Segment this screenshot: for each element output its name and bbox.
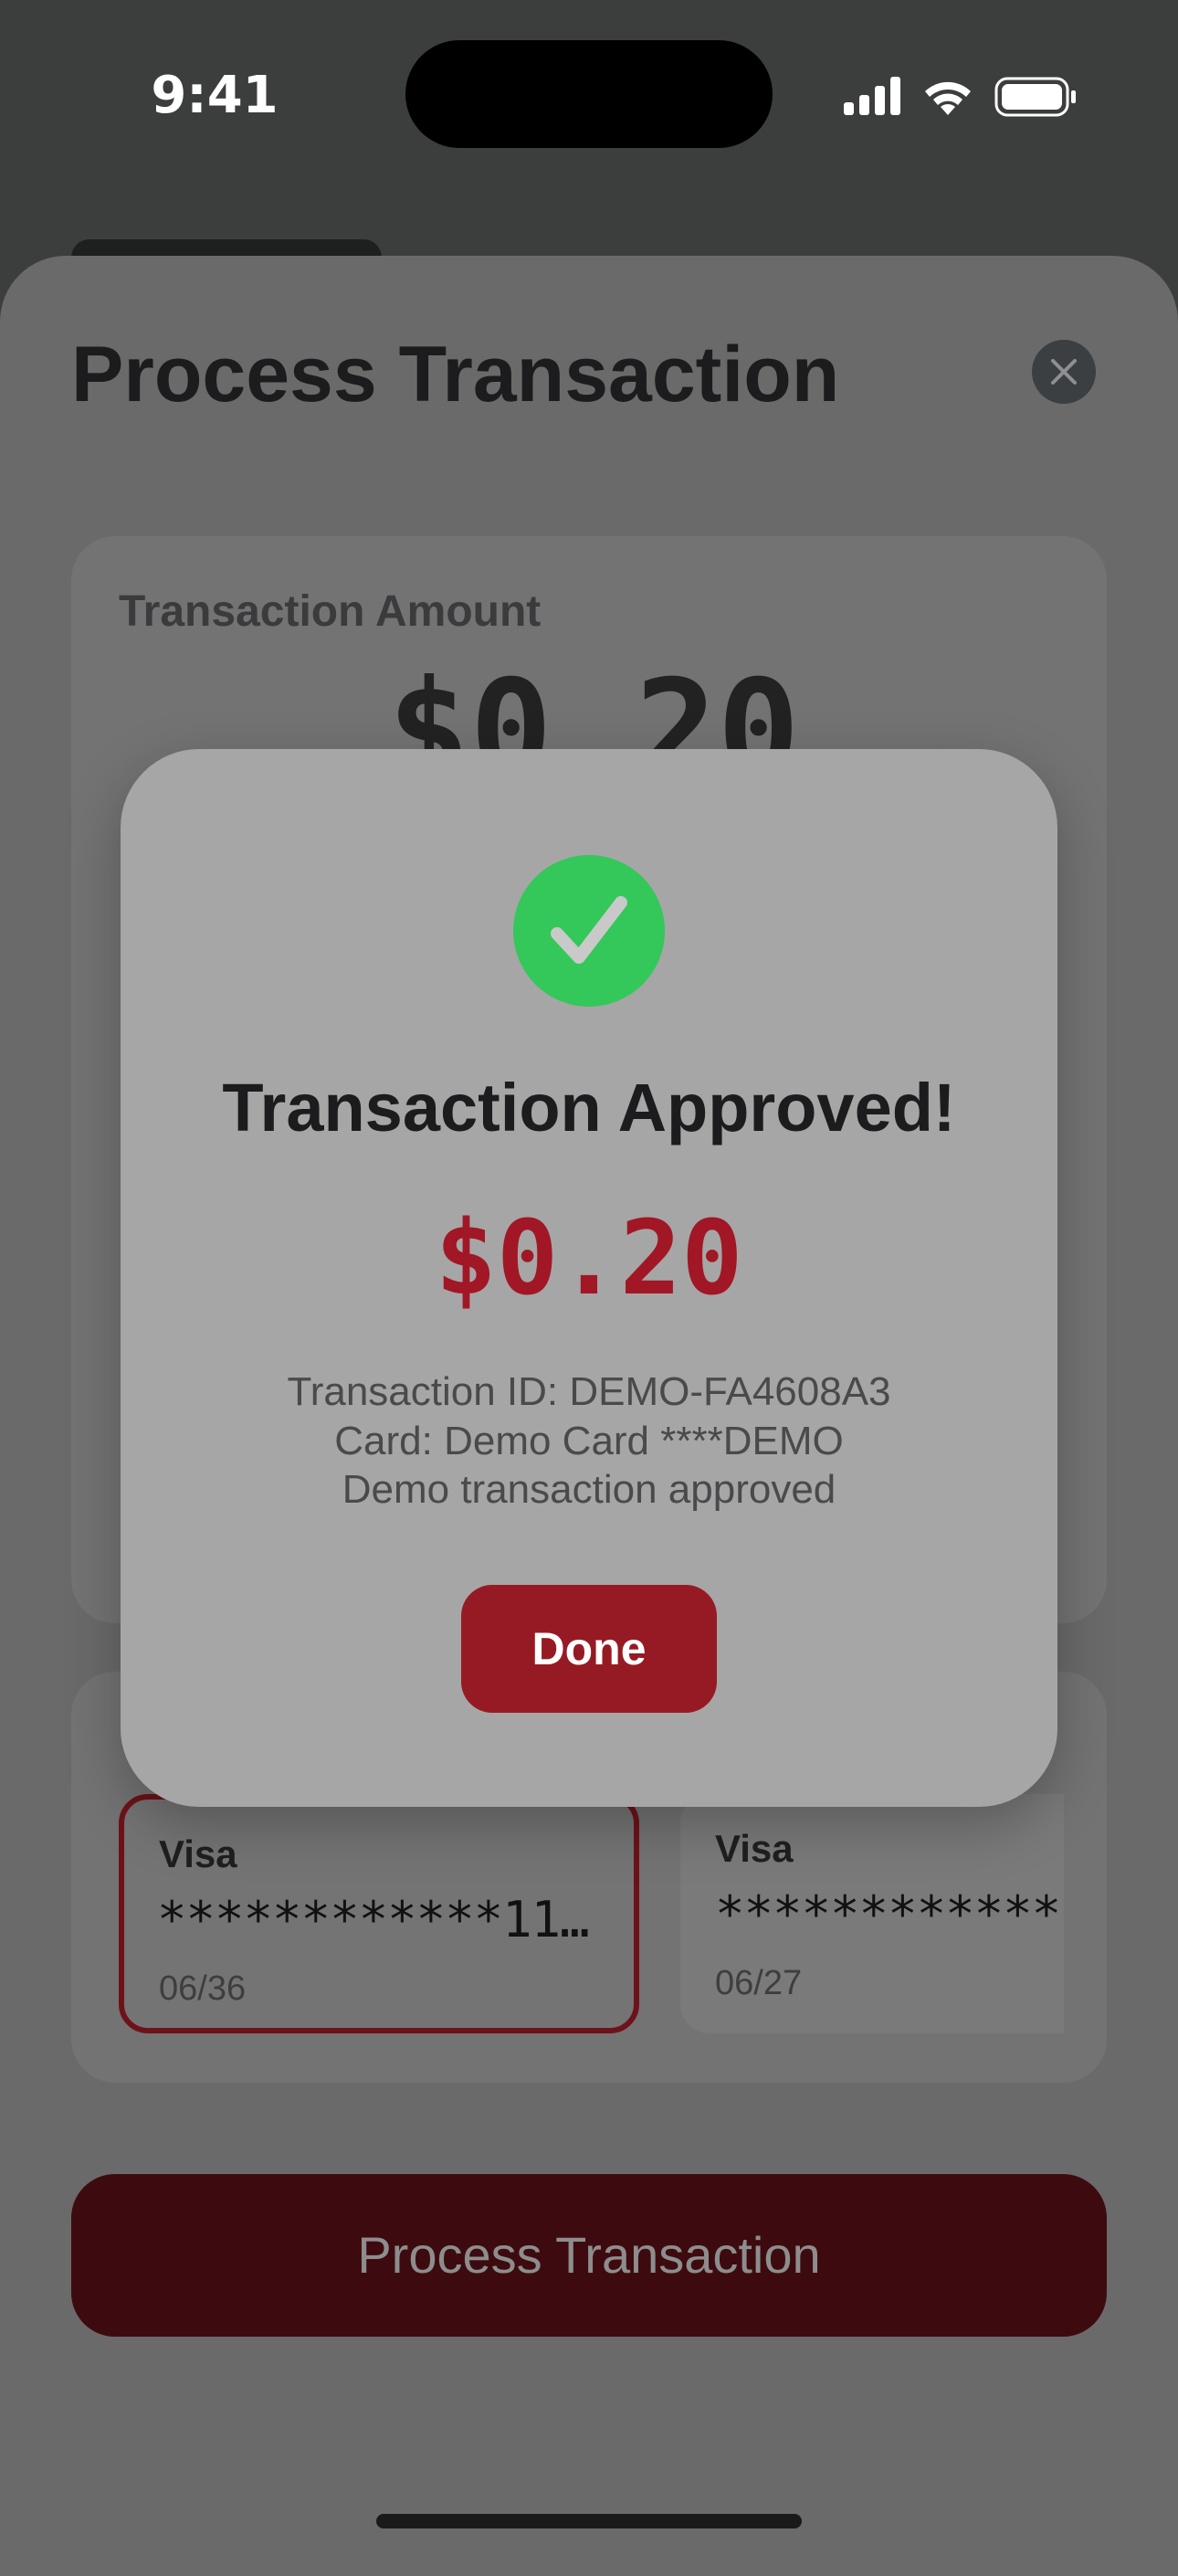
process-transaction-button[interactable]: Process Transaction bbox=[71, 2174, 1107, 2337]
card-number: ************11… bbox=[157, 1891, 590, 1948]
dialog-title: Transaction Approved! bbox=[222, 1070, 956, 1145]
card-brand: Visa bbox=[159, 1832, 237, 1875]
card-info-text: Card: Demo Card ****DEMO bbox=[334, 1419, 844, 1463]
cellular-signal-icon bbox=[844, 77, 900, 115]
amount-label: Transaction Amount bbox=[119, 587, 542, 636]
card-expiry: 06/27 bbox=[715, 1964, 803, 2002]
status-message: Demo transaction approved bbox=[342, 1467, 836, 1512]
card-tile-selected[interactable]: Visa ************11… 06/36 bbox=[119, 1794, 639, 2033]
status-time: 9:41 bbox=[151, 66, 279, 125]
checkmark-icon bbox=[551, 896, 627, 964]
dynamic-island bbox=[405, 40, 773, 148]
wifi-icon bbox=[925, 81, 971, 115]
card-number: ************ bbox=[715, 1885, 1061, 1943]
home-indicator bbox=[376, 2514, 802, 2528]
card-expiry: 06/36 bbox=[159, 1969, 247, 2008]
close-icon bbox=[1051, 359, 1077, 385]
card-tile[interactable]: Visa ************ 06/27 bbox=[680, 1794, 1064, 2033]
close-button[interactable] bbox=[1032, 340, 1096, 404]
card-brand: Visa bbox=[715, 1827, 794, 1870]
done-button[interactable]: Done bbox=[461, 1585, 717, 1713]
dialog-amount: $0.20 bbox=[435, 1199, 743, 1318]
page-title: Process Transaction bbox=[71, 331, 840, 418]
success-badge bbox=[513, 855, 665, 1007]
transaction-id-text: Transaction ID: DEMO-FA4608A3 bbox=[287, 1369, 891, 1414]
battery-icon bbox=[994, 77, 1076, 117]
status-icons bbox=[840, 71, 1078, 122]
